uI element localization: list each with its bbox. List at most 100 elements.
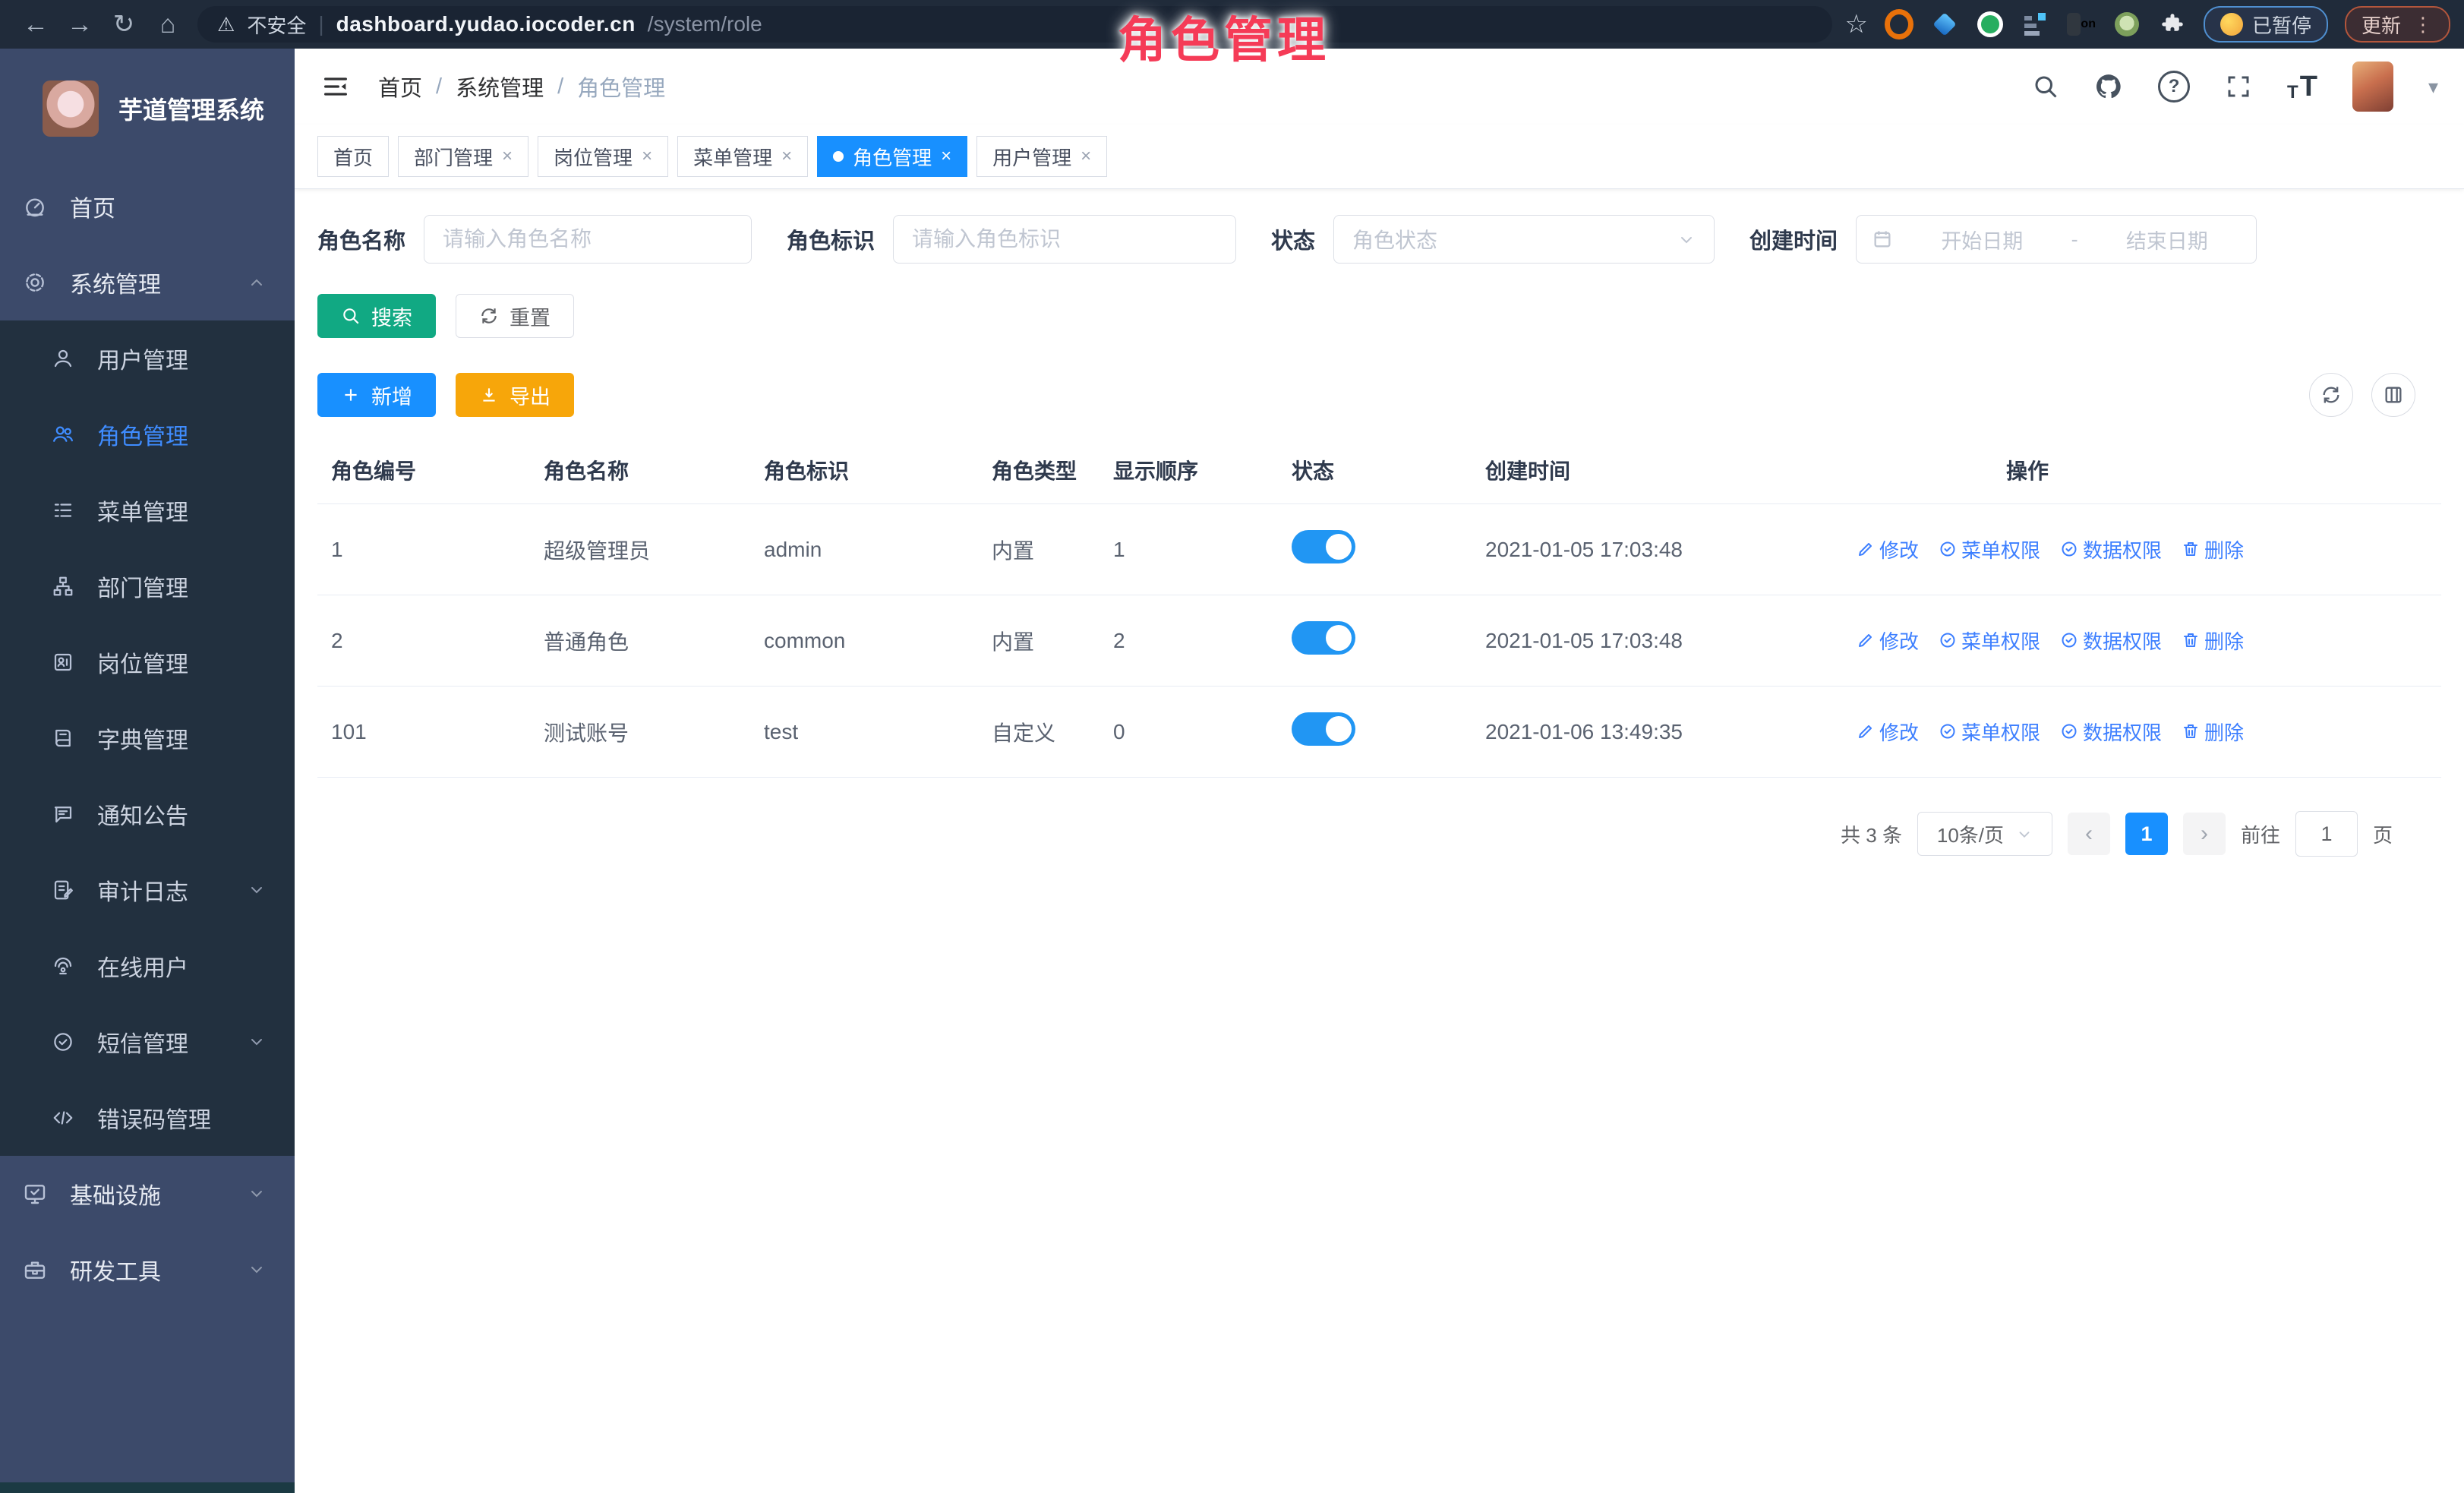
tab-close-icon[interactable]: ×	[502, 146, 513, 167]
chevron-down-icon	[248, 881, 266, 899]
menu-perm-action[interactable]: 菜单权限	[1939, 627, 2040, 655]
browser-back-icon[interactable]: ←	[14, 6, 58, 43]
table-refresh-button[interactable]	[2309, 373, 2353, 417]
extensions-puzzle-icon[interactable]	[2158, 10, 2187, 39]
extension-grid-icon[interactable]	[2021, 10, 2050, 39]
data-perm-action[interactable]: 数据权限	[2060, 718, 2162, 746]
hamburger-icon[interactable]	[320, 71, 351, 102]
sidebar-item-roles[interactable]: 角色管理	[0, 396, 295, 472]
page-size-select[interactable]: 10条/页	[1917, 812, 2052, 856]
avatar-caret-icon[interactable]: ▾	[2428, 75, 2438, 99]
create-time-label: 创建时间	[1749, 223, 1838, 255]
sidebar-item-label: 字典管理	[97, 721, 272, 755]
breadcrumb-system[interactable]: 系统管理	[456, 71, 544, 103]
col-sort: 显示顺序	[1093, 437, 1272, 504]
fullscreen-icon[interactable]	[2225, 73, 2252, 100]
sidebar-item-label: 在线用户	[97, 949, 272, 983]
tab-close-icon[interactable]: ×	[941, 146, 951, 167]
breadcrumb-home[interactable]: 首页	[378, 71, 422, 103]
next-page-button[interactable]: ›	[2183, 813, 2226, 855]
insecure-warning-icon: ⚠	[217, 13, 235, 36]
sidebar-item-depts[interactable]: 部门管理	[0, 548, 295, 624]
chrome-update-button[interactable]: 更新 ⋮	[2345, 6, 2450, 43]
tab-menu[interactable]: 菜单管理 ×	[677, 136, 808, 177]
help-icon[interactable]: ?	[2158, 71, 2190, 103]
sidebar-item-audit-log[interactable]: 审计日志	[0, 852, 295, 928]
sidebar-item-sms[interactable]: 短信管理	[0, 1004, 295, 1080]
search-icon[interactable]	[2032, 73, 2059, 100]
menu-perm-action[interactable]: 菜单权限	[1939, 535, 2040, 563]
cell-role-name: 普通角色	[524, 595, 744, 687]
page-unit-label: 页	[2373, 820, 2393, 848]
sidebar-item-system[interactable]: 系统管理	[0, 245, 295, 320]
search-button[interactable]: 搜索	[317, 294, 436, 338]
edit-action[interactable]: 修改	[1857, 627, 1919, 655]
reset-button[interactable]: 重置	[456, 294, 574, 338]
tab-post[interactable]: 岗位管理 ×	[538, 136, 668, 177]
prev-page-button[interactable]: ‹	[2068, 813, 2110, 855]
tab-home[interactable]: 首页	[317, 136, 389, 177]
browser-forward-icon[interactable]: →	[58, 6, 102, 43]
tab-close-icon[interactable]: ×	[1081, 146, 1091, 167]
sidebar-item-notice[interactable]: 通知公告	[0, 776, 295, 852]
extension-green-icon[interactable]	[1976, 10, 2005, 39]
role-key-label: 角色标识	[787, 223, 875, 255]
status-toggle[interactable]	[1292, 712, 1355, 746]
delete-action[interactable]: 删除	[2182, 627, 2244, 655]
tab-dept[interactable]: 部门管理 ×	[398, 136, 528, 177]
sidebar-item-posts[interactable]: 岗位管理	[0, 624, 295, 700]
sidebar-item-online-users[interactable]: 在线用户	[0, 928, 295, 1004]
extension-monkey-icon[interactable]	[2112, 10, 2141, 39]
sidebar-logo[interactable]: 芋道管理系统	[0, 49, 295, 169]
delete-action[interactable]: 删除	[2182, 535, 2244, 563]
tab-role-active[interactable]: 角色管理 ×	[817, 136, 967, 177]
cell-role-key: common	[744, 595, 972, 687]
extension-gem-icon[interactable]	[1930, 10, 1959, 39]
edit-action[interactable]: 修改	[1857, 535, 1919, 563]
add-button[interactable]: 新增	[317, 373, 436, 417]
tab-close-icon[interactable]: ×	[781, 146, 792, 167]
goto-page-input[interactable]	[2295, 811, 2358, 857]
status-select[interactable]: 角色状态	[1333, 215, 1715, 264]
data-perm-action[interactable]: 数据权限	[2060, 535, 2162, 563]
tab-label: 岗位管理	[554, 143, 633, 171]
sidebar-item-dict[interactable]: 字典管理	[0, 700, 295, 776]
tab-close-icon[interactable]: ×	[642, 146, 652, 167]
status-toggle[interactable]	[1292, 530, 1355, 563]
status-toggle[interactable]	[1292, 621, 1355, 655]
page-1-button[interactable]: 1	[2125, 813, 2168, 855]
cell-role-id: 2	[317, 595, 524, 687]
sidebar-item-menus[interactable]: 菜单管理	[0, 472, 295, 548]
user-avatar[interactable]	[2352, 62, 2393, 112]
address-bar[interactable]: ⚠ 不安全 | dashboard.yudao.iocoder.cn /syst…	[197, 6, 1832, 43]
sidebar-item-home[interactable]: 首页	[0, 169, 295, 245]
browser-home-icon[interactable]: ⌂	[146, 6, 190, 43]
col-create-time: 创建时间	[1465, 437, 1857, 504]
sidebar-item-devtools[interactable]: 研发工具	[0, 1232, 295, 1308]
tab-user[interactable]: 用户管理 ×	[976, 136, 1107, 177]
sidebar-item-infra[interactable]: 基础设施	[0, 1156, 295, 1232]
font-size-icon[interactable]: TT	[2287, 71, 2317, 103]
update-label: 更新	[2361, 11, 2401, 39]
browser-menu-icon[interactable]: ⋮	[2413, 13, 2434, 36]
role-page: 角色名称 角色标识 状态 角色状态 创建时间 开始日期 -	[295, 189, 2464, 857]
date-range-picker[interactable]: 开始日期 - 结束日期	[1856, 215, 2257, 264]
menu-perm-action[interactable]: 菜单权限	[1939, 718, 2040, 746]
github-icon[interactable]	[2094, 72, 2123, 101]
browser-reload-icon[interactable]: ↻	[102, 6, 146, 43]
data-perm-action[interactable]: 数据权限	[2060, 627, 2162, 655]
column-settings-button[interactable]	[2371, 373, 2415, 417]
export-button[interactable]: 导出	[456, 373, 574, 417]
role-name-input[interactable]	[424, 215, 752, 264]
security-label[interactable]: 不安全	[247, 11, 306, 39]
delete-action[interactable]: 删除	[2182, 718, 2244, 746]
role-key-input[interactable]	[893, 215, 1236, 264]
active-tab-dot	[833, 151, 844, 162]
extension-orange-icon[interactable]	[1885, 10, 1913, 39]
bookmark-star-icon[interactable]: ☆	[1844, 9, 1867, 39]
edit-action[interactable]: 修改	[1857, 718, 1919, 746]
profile-paused-pill[interactable]: 已暂停	[2204, 6, 2328, 43]
sidebar-item-users[interactable]: 用户管理	[0, 320, 295, 396]
extension-on-icon[interactable]: on	[2067, 10, 2096, 39]
sidebar-item-errcode[interactable]: 错误码管理	[0, 1080, 295, 1156]
